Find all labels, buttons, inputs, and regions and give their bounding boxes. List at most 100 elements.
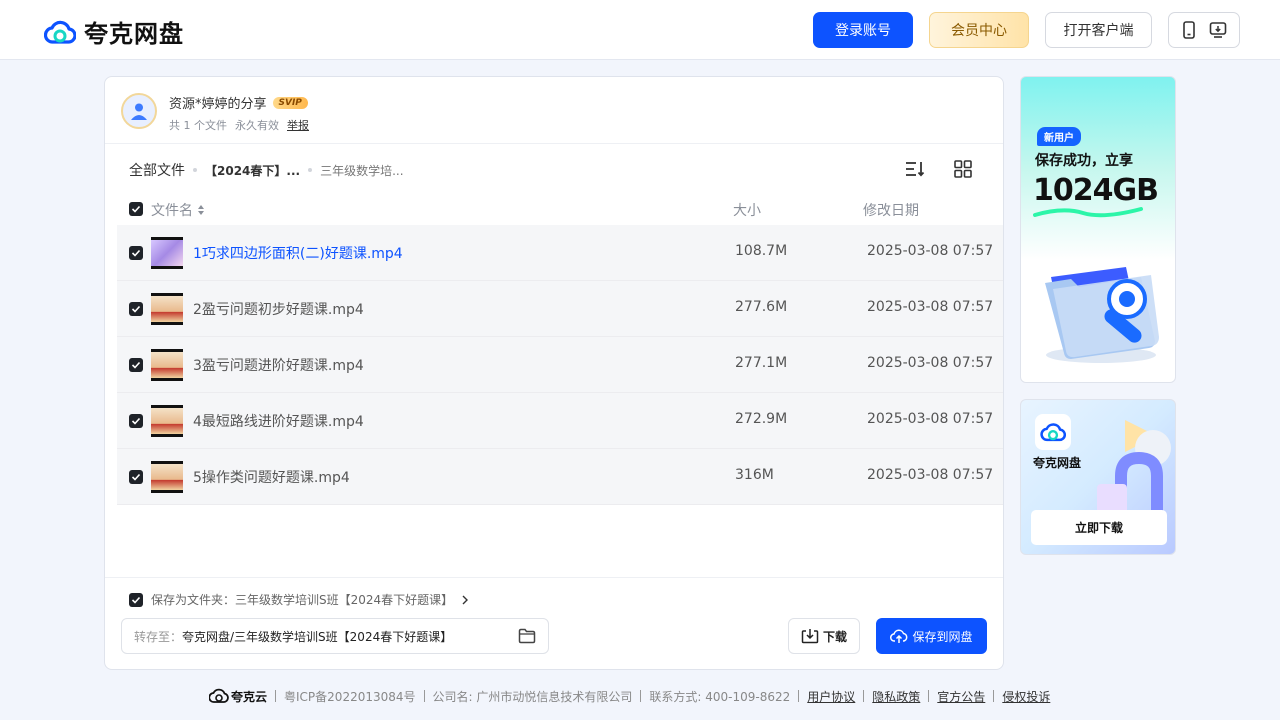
ad-promo-text: 保存成功，立享 [1035,153,1133,169]
file-size: 316M [735,467,774,483]
video-thumbnail [151,461,183,493]
desktop-icon[interactable] [1209,21,1227,39]
file-size: 108.7M [735,243,788,259]
new-user-tag: 新用户 [1037,127,1081,146]
check-icon [131,417,141,425]
share-meta: 共 1 个文件 永久有效 举报 [169,117,309,133]
footer-separator [423,690,425,702]
footer-separator [798,690,800,702]
folder-icon[interactable] [518,628,536,644]
sharer-info: 资源*婷婷的分享 SVIP 共 1 个文件 永久有效 举报 [121,93,309,133]
save-as-checkbox[interactable] [129,592,143,607]
report-link[interactable]: 举报 [287,117,309,133]
breadcrumb-separator [308,168,313,172]
check-icon [131,473,141,481]
folder-illustration [1045,267,1159,363]
file-date: 2025-03-08 07:57 [867,467,994,483]
video-thumbnail [151,405,183,437]
column-name[interactable]: 文件名 [151,200,205,220]
ad-storage-amount: 1024GB [1033,173,1159,208]
vip-center-button[interactable]: 会员中心 [929,12,1029,48]
cloud-brand-icon [209,688,229,703]
column-name-label: 文件名 [151,203,193,219]
swoosh-decoration [1033,207,1143,218]
svip-badge: SVIP [272,96,308,109]
new-user-ad-banner[interactable]: 新用户 保存成功，立享 1024GB [1020,76,1176,383]
table-row[interactable]: 5操作类问题好题课.mp4 316M 2025-03-08 07:57 [117,449,1003,505]
footer: 夸克云 粤ICP备2022013084号 公司名: 广州市动悦信息技术有限公司 … [209,686,1050,706]
top-header: 夸克网盘 登录账号 会员中心 打开客户端 [0,0,1280,60]
file-name[interactable]: 5操作类问题好题课.mp4 [193,467,350,487]
file-name[interactable]: 1巧求四边形面积(二)好题课.mp4 [193,243,403,263]
validity: 永久有效 [235,119,279,132]
table-row[interactable]: 1巧求四边形面积(二)好题课.mp4 108.7M 2025-03-08 07:… [117,225,1003,281]
mobile-icon[interactable] [1181,21,1197,39]
column-size: 大小 [733,203,761,219]
grid-view-button[interactable] [951,157,975,181]
download-button[interactable]: 下载 [788,618,860,654]
divider [105,577,1003,578]
select-all-checkbox[interactable] [129,202,143,216]
breadcrumb-root[interactable]: 全部文件 [129,160,185,180]
footer-link-privacy[interactable]: 隐私政策 [872,688,920,705]
row-checkbox[interactable] [129,414,143,428]
sort-icon [906,162,925,177]
open-client-button[interactable]: 打开客户端 [1045,12,1152,48]
save-target-field[interactable]: 转存至： 夸克网盘/三年级数学培训S班【2024春下好题课】 [121,618,549,654]
download-icon [801,629,819,644]
footer-icp: 粤ICP备2022013084号 [284,689,416,704]
app-download-ad[interactable]: 夸克网盘 立即下载 [1020,399,1176,555]
file-name[interactable]: 3盈亏问题进阶好题课.mp4 [193,355,364,375]
download-label: 下载 [822,629,847,644]
row-checkbox[interactable] [129,246,143,260]
file-name[interactable]: 2盈亏问题初步好题课.mp4 [193,299,364,319]
file-date: 2025-03-08 07:57 [867,411,994,427]
breadcrumb-folder[interactable]: 【2024春下】... [205,162,300,179]
divider [105,143,1003,144]
file-name[interactable]: 4最短路线进阶好题课.mp4 [193,411,364,431]
row-checkbox[interactable] [129,358,143,372]
footer-link-infringement[interactable]: 侵权投诉 [1002,688,1050,705]
save-to-drive-button[interactable]: 保存到网盘 [876,618,987,654]
download-now-button[interactable]: 立即下载 [1031,510,1167,545]
breadcrumb: 全部文件 【2024春下】... 三年级数学培... [129,160,404,180]
file-date: 2025-03-08 07:57 [867,299,994,315]
share-title: 资源*婷婷的分享 [169,97,267,112]
footer-company: 公司名: 广州市动悦信息技术有限公司 [432,689,633,704]
table-row[interactable]: 4最短路线进阶好题课.mp4 272.9M 2025-03-08 07:57 [117,393,1003,449]
check-icon [131,361,141,369]
sort-button[interactable] [903,157,927,181]
user-icon [131,103,147,120]
table-row[interactable]: 3盈亏问题进阶好题课.mp4 277.1M 2025-03-08 07:57 [117,337,1003,393]
footer-brand: 夸克云 [209,688,267,705]
footer-separator [863,690,865,702]
save-target-path: 夸克网盘/三年级数学培训S班【2024春下好题课】 [182,629,453,644]
save-as-text: 保存为文件夹：三年级数学培训S班【2024春下好题课】 [151,593,454,607]
footer-separator [640,690,642,702]
footer-link-user-agreement[interactable]: 用户协议 [807,688,855,705]
row-checkbox[interactable] [129,470,143,484]
app-icon [1035,414,1071,450]
table-row[interactable]: 2盈亏问题初步好题课.mp4 277.6M 2025-03-08 07:57 [117,281,1003,337]
logo-text: 夸克网盘 [84,20,184,48]
row-checkbox[interactable] [129,302,143,316]
file-count: 共 1 个文件 [169,119,227,132]
file-size: 277.1M [735,355,788,371]
footer-separator [928,690,930,702]
app-illustration [1097,420,1171,514]
video-thumbnail [151,349,183,381]
footer-brand-text: 夸克云 [231,689,268,704]
footer-link-announcement[interactable]: 官方公告 [937,688,985,705]
file-date: 2025-03-08 07:57 [867,243,994,259]
breadcrumb-separator [193,168,197,172]
cloud-logo-icon [1040,423,1066,442]
table-header: 文件名 大小 修改日期 [129,199,989,221]
login-button[interactable]: 登录账号 [813,12,913,48]
quark-logo[interactable]: 夸克网盘 [44,14,184,49]
file-list: 1巧求四边形面积(二)好题课.mp4 108.7M 2025-03-08 07:… [117,225,1003,505]
check-icon [131,305,141,313]
footer-separator [275,690,277,702]
cloud-upload-icon [890,629,908,643]
file-size: 272.9M [735,411,788,427]
save-as-folder-option[interactable]: 保存为文件夹：三年级数学培训S班【2024春下好题课】 [129,591,469,608]
